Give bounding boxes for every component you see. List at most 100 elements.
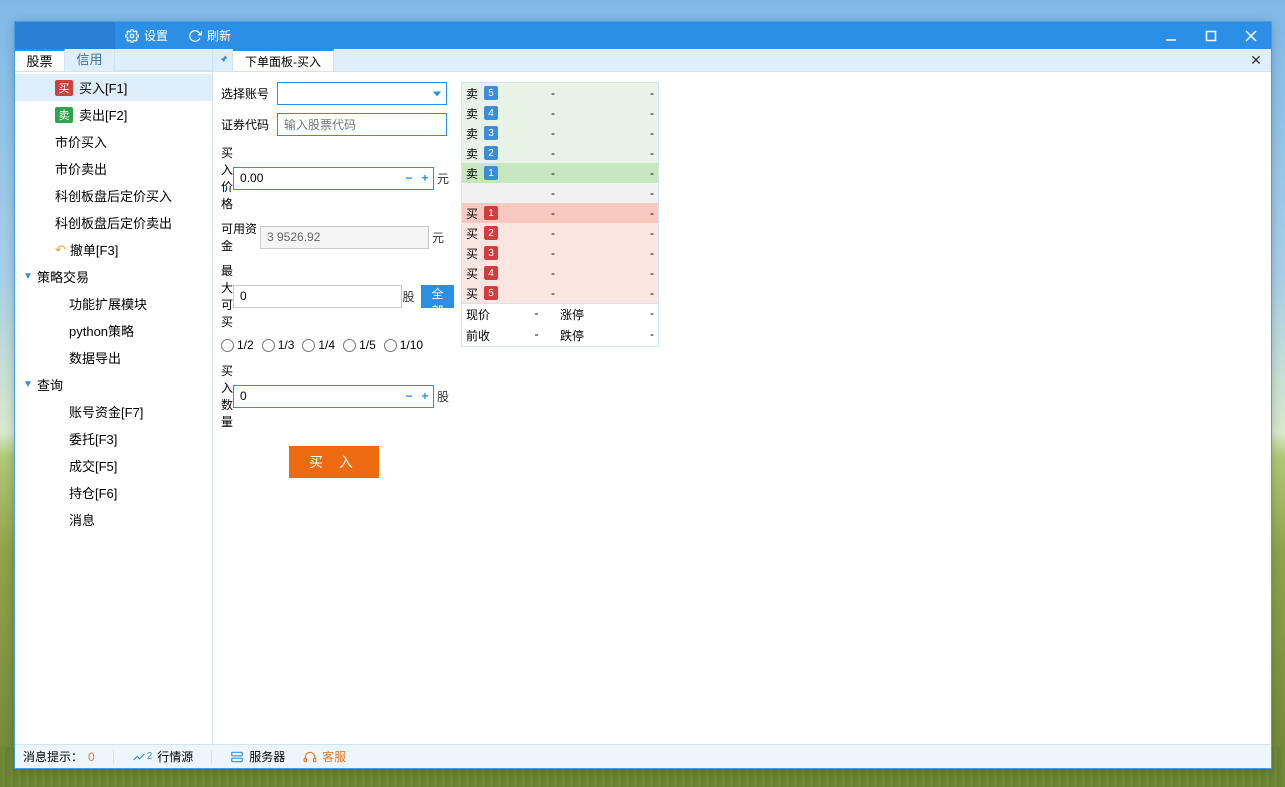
- ratio-1-5[interactable]: 1/5: [343, 338, 376, 352]
- nav-group-query[interactable]: ▼ 查询: [15, 371, 212, 398]
- nav-kcb-sell[interactable]: 科创板盘后定价卖出: [15, 209, 212, 236]
- status-customer-service[interactable]: 客服: [303, 748, 346, 765]
- caret-down-icon: ▼: [23, 271, 35, 282]
- level-badge-icon: 2: [484, 226, 498, 240]
- app-logo: [15, 22, 115, 49]
- quote-uplimit-label: 涨停: [560, 306, 607, 323]
- quote-sell-row[interactable]: 卖 1 - -: [462, 163, 658, 183]
- nav-positions[interactable]: 持仓[F6]: [15, 479, 212, 506]
- account-label: 选择账号: [221, 85, 277, 102]
- ratio-1-2[interactable]: 1/2: [221, 338, 254, 352]
- content-area: 选择账号 证券代码 买入价格: [213, 72, 1271, 744]
- price-unit: 元: [434, 170, 452, 187]
- quote-dnlimit-value: -: [607, 327, 654, 344]
- sidebar-tree: 买 买入[F1] 卖 卖出[F2] 市价买入 市价卖出 科创板盘后定价买入 科创…: [15, 72, 212, 744]
- qty-stepper[interactable]: − +: [233, 385, 434, 408]
- price-label: 买入价格: [221, 144, 233, 212]
- nav-group-strategy[interactable]: ▼ 策略交易: [15, 263, 212, 290]
- nav-buy-label: 买入[F1]: [79, 78, 127, 97]
- tab-stock[interactable]: 股票: [15, 49, 65, 71]
- submit-buy-button[interactable]: 买 入: [289, 446, 379, 478]
- quote-buy-row[interactable]: 买 4 - -: [462, 263, 658, 283]
- nav-buy[interactable]: 买 买入[F1]: [15, 74, 212, 101]
- status-quote-source[interactable]: 2 行情源: [132, 748, 194, 765]
- undo-icon: ↶: [55, 242, 66, 258]
- qty-minus-button[interactable]: −: [401, 389, 417, 403]
- nav-market-buy[interactable]: 市价买入: [15, 128, 212, 155]
- level-badge-icon: 4: [484, 266, 498, 280]
- quote-sell-row[interactable]: 卖 2 - -: [462, 143, 658, 163]
- price-stepper[interactable]: − +: [233, 167, 434, 190]
- nav-data-export[interactable]: 数据导出: [15, 344, 212, 371]
- pin-button[interactable]: [213, 49, 233, 71]
- quote-sell-row[interactable]: 卖 4 - -: [462, 103, 658, 123]
- level-badge-icon: 3: [484, 126, 498, 140]
- qty-input[interactable]: [234, 389, 401, 403]
- level-badge-icon: 1: [484, 206, 498, 220]
- quote-sell-row[interactable]: 卖 3 - -: [462, 123, 658, 143]
- settings-button[interactable]: 设置: [115, 27, 178, 44]
- tab-order-buy[interactable]: 下单面板-买入: [233, 49, 334, 71]
- quote-buy-row[interactable]: 买 3 - -: [462, 243, 658, 263]
- nav-deals[interactable]: 成交[F5]: [15, 452, 212, 479]
- chart-icon: [132, 750, 146, 764]
- quote-current-label: 现价: [466, 306, 513, 323]
- nav-kcb-buy[interactable]: 科创板盘后定价买入: [15, 182, 212, 209]
- price-input[interactable]: [234, 171, 401, 185]
- maximize-button[interactable]: [1191, 22, 1231, 49]
- level-badge-icon: 5: [484, 286, 498, 300]
- main-tabs: 下单面板-买入 ✕: [213, 49, 1271, 72]
- close-tab-button[interactable]: ✕: [1241, 49, 1271, 71]
- account-select[interactable]: [277, 82, 447, 105]
- level-badge-icon: 5: [484, 86, 498, 100]
- nav-account-funds[interactable]: 账号资金[F7]: [15, 398, 212, 425]
- titlebar: 设置 刷新: [15, 22, 1271, 49]
- quote-buy-row[interactable]: 买 1 - -: [462, 203, 658, 223]
- nav-market-sell[interactable]: 市价卖出: [15, 155, 212, 182]
- quote-footer: 现价 - 涨停 - 前收 - 跌停 -: [462, 303, 658, 346]
- quote-buy-row[interactable]: 买 2 - -: [462, 223, 658, 243]
- tab-credit[interactable]: 信用: [65, 49, 115, 71]
- qty-ratio-group: 1/2 1/3 1/4 1/5 1/10: [221, 338, 447, 352]
- minimize-button[interactable]: [1151, 22, 1191, 49]
- nav-sell[interactable]: 卖 卖出[F2]: [15, 101, 212, 128]
- nav-orders[interactable]: 委托[F3]: [15, 425, 212, 452]
- quote-panel: 卖 5 - - 卖 4 - - 卖 3 - - 卖 2 - - 卖 1 - -: [461, 82, 659, 347]
- nav-messages[interactable]: 消息: [15, 506, 212, 533]
- qty-unit: 股: [434, 388, 452, 405]
- nav-python-strategy[interactable]: python策略: [15, 317, 212, 344]
- stock-code-input[interactable]: [277, 113, 447, 136]
- all-button[interactable]: 全部: [421, 285, 454, 308]
- status-server[interactable]: 服务器: [230, 748, 285, 765]
- nav-cancel-order[interactable]: ↶ 撤单[F3]: [15, 236, 212, 263]
- quote-prev-label: 前收: [466, 327, 513, 344]
- server-icon: [230, 750, 244, 764]
- settings-label: 设置: [144, 27, 168, 44]
- level-badge-icon: 3: [484, 246, 498, 260]
- sidebar: 股票 信用 买 买入[F1] 卖 卖出[F2] 市价买入 市价卖出 科创板盘后定…: [15, 49, 213, 744]
- price-minus-button[interactable]: −: [401, 171, 417, 185]
- close-icon: [1245, 30, 1257, 42]
- avail-label: 可用资金: [221, 220, 260, 254]
- close-window-button[interactable]: [1231, 22, 1271, 49]
- level-badge-icon: 4: [484, 106, 498, 120]
- nav-ext-module[interactable]: 功能扩展模块: [15, 290, 212, 317]
- quote-sell-row[interactable]: 卖 5 - -: [462, 83, 658, 103]
- ratio-1-4[interactable]: 1/4: [302, 338, 335, 352]
- price-plus-button[interactable]: +: [417, 171, 433, 185]
- quote-mid-row: - -: [462, 183, 658, 203]
- status-msg-count: 0: [88, 750, 95, 764]
- status-messages[interactable]: 消息提示： 0: [23, 748, 95, 765]
- level-badge-icon: 1: [484, 166, 498, 180]
- headset-icon: [303, 750, 317, 764]
- ratio-1-3[interactable]: 1/3: [262, 338, 295, 352]
- main-panel: 下单面板-买入 ✕ 选择账号 证券代码: [213, 49, 1271, 744]
- quote-buy-row[interactable]: 买 5 - -: [462, 283, 658, 303]
- available-funds: [260, 226, 429, 249]
- ratio-1-10[interactable]: 1/10: [384, 338, 423, 352]
- qty-plus-button[interactable]: +: [417, 389, 433, 403]
- refresh-button[interactable]: 刷新: [178, 27, 241, 44]
- status-bar: 消息提示： 0 2 行情源 服务器 客服: [15, 744, 1271, 768]
- nav-sell-label: 卖出[F2]: [79, 105, 127, 124]
- maxbuy-unit: 股: [402, 288, 415, 305]
